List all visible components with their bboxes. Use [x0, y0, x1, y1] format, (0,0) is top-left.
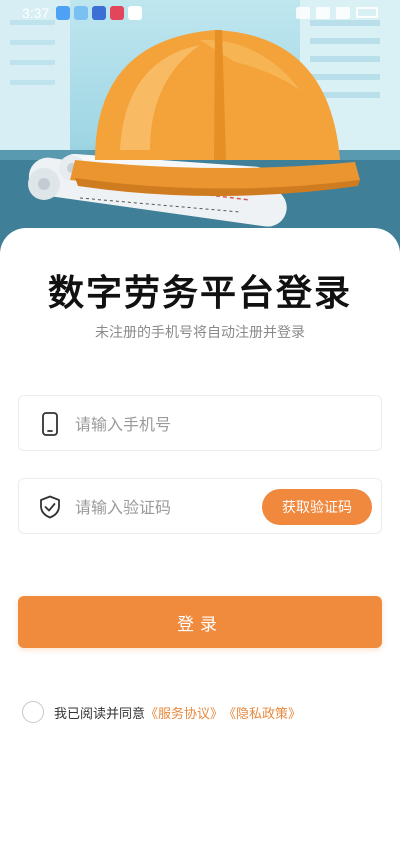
- hard-hat-illustration: [0, 0, 400, 260]
- phone-field[interactable]: [18, 395, 382, 451]
- app-notification-icon: [128, 6, 142, 20]
- notification-icons: [56, 6, 142, 20]
- privacy-policy-link[interactable]: 《隐私政策》: [223, 703, 301, 722]
- service-agreement-link[interactable]: 《服务协议》: [145, 703, 223, 722]
- code-field[interactable]: 获取验证码: [18, 478, 382, 534]
- app-notification-icon: [92, 6, 106, 20]
- app-notification-icon: [56, 6, 70, 20]
- agreement-text: 我已阅读并同意: [54, 706, 146, 722]
- hero-illustration: [0, 0, 400, 260]
- agreement-checkbox[interactable]: [22, 701, 44, 723]
- status-time: 3:37: [22, 5, 50, 21]
- app-notification-icon: [110, 6, 124, 20]
- status-bar: 3:37: [0, 0, 400, 28]
- login-button[interactable]: 登录: [18, 596, 382, 648]
- wifi-icon: [316, 7, 330, 19]
- shield-check-icon: [40, 495, 60, 519]
- page-subtitle: 未注册的手机号将自动注册并登录: [95, 325, 305, 341]
- battery-icon: [356, 7, 378, 18]
- signal-icon: [336, 7, 350, 19]
- app-notification-icon: [74, 6, 88, 20]
- mute-icon: [296, 7, 310, 19]
- page-title: 数字劳务平台登录: [47, 273, 352, 314]
- system-status-icons: [296, 7, 378, 19]
- get-code-button[interactable]: 获取验证码: [262, 489, 372, 525]
- agreement-row: 我已阅读并同意 《服务协议》 《隐私政策》: [22, 700, 301, 724]
- phone-icon: [42, 412, 58, 436]
- code-input[interactable]: [75, 487, 275, 527]
- phone-input[interactable]: [75, 404, 275, 444]
